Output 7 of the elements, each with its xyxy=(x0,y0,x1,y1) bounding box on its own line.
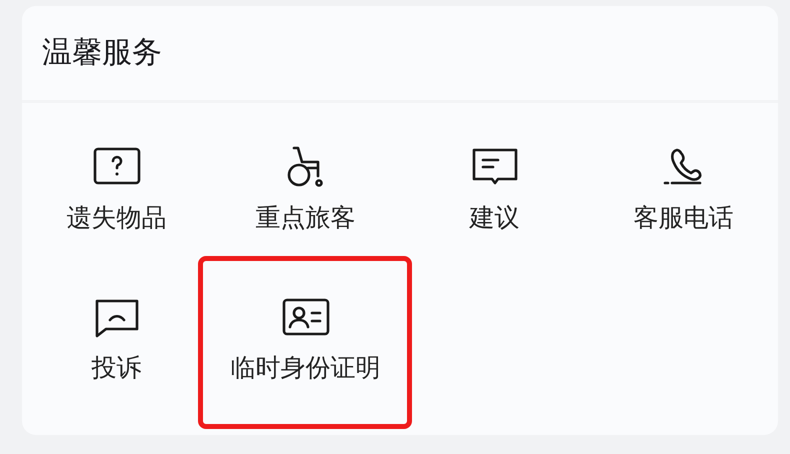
service-item[interactable]: 临时身份证明 xyxy=(224,273,386,384)
section-title: 温馨服务 xyxy=(42,35,162,71)
service-item[interactable]: 重点旅客 xyxy=(250,123,362,234)
service-item[interactable]: 投诉 xyxy=(84,273,148,384)
service-item[interactable]: 客服电话 xyxy=(628,123,740,234)
service-item[interactable]: 遗失物品 xyxy=(60,123,172,234)
service-item[interactable]: 建议 xyxy=(462,123,526,234)
